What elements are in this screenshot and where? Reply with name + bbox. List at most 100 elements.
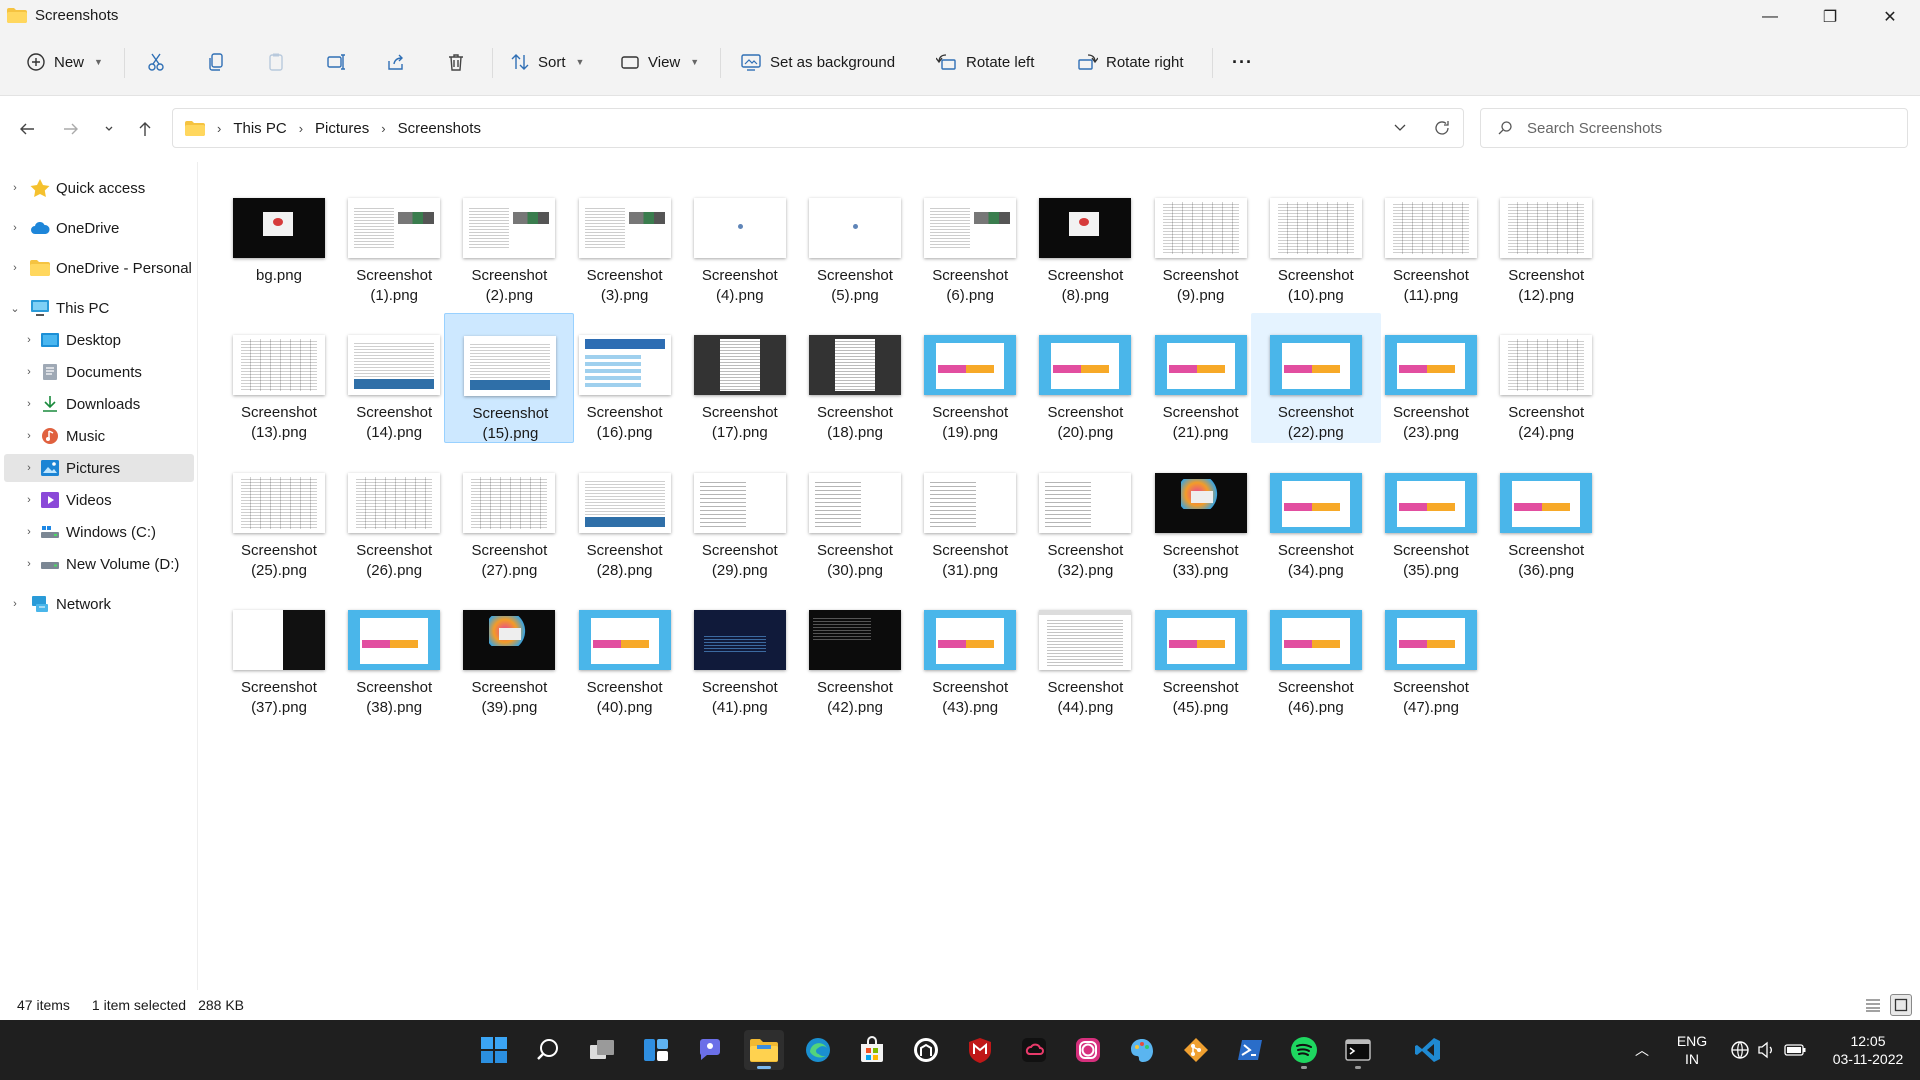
copy-button[interactable] [206,46,226,78]
file-item[interactable]: Screenshot (37).png [214,588,344,718]
file-item[interactable]: Screenshot (42).png [790,588,920,718]
sidebar-item-new-volume-d[interactable]: › New Volume (D:) [4,550,194,578]
file-item[interactable]: Screenshot (25).png [214,451,344,581]
file-item[interactable]: Screenshot (15).png [444,313,575,444]
task-view-icon[interactable] [582,1030,622,1070]
file-item[interactable]: Screenshot (11).png [1366,176,1496,306]
forward-button[interactable] [56,114,86,144]
sidebar-item-onedrive-personal[interactable]: › OneDrive - Personal [4,254,194,282]
file-item[interactable]: Screenshot (12).png [1481,176,1611,306]
sidebar-item-videos[interactable]: › Videos [4,486,194,514]
spotify-icon[interactable] [1284,1030,1324,1070]
widgets-icon[interactable] [636,1030,676,1070]
file-item[interactable]: Screenshot (36).png [1481,451,1611,581]
file-item[interactable]: Screenshot (19).png [905,313,1035,443]
sidebar-item-pictures[interactable]: › Pictures [4,454,194,482]
details-view-button[interactable] [1862,994,1884,1016]
new-button[interactable]: New ▼ [26,46,103,78]
file-item[interactable]: Screenshot (43).png [905,588,1035,718]
file-item[interactable]: Screenshot (20).png [1020,313,1150,443]
file-item[interactable]: Screenshot (1).png [329,176,459,306]
refresh-button[interactable] [1433,119,1451,141]
instagram-icon[interactable] [1068,1030,1108,1070]
start-icon[interactable] [474,1030,514,1070]
file-item[interactable]: Screenshot (21).png [1136,313,1266,443]
minimize-button[interactable]: — [1740,0,1800,34]
file-item[interactable]: Screenshot (3).png [560,176,690,306]
file-item[interactable]: Screenshot (5).png [790,176,920,306]
search-box[interactable] [1480,108,1908,148]
file-item[interactable]: Screenshot (16).png [560,313,690,443]
powershell-icon[interactable] [1230,1030,1270,1070]
file-item[interactable]: Screenshot (10).png [1251,176,1381,306]
sidebar-item-downloads[interactable]: › Downloads [4,390,194,418]
sidebar-item-this-pc[interactable]: ⌄ This PC [4,294,194,322]
git-icon[interactable] [1176,1030,1216,1070]
file-item[interactable]: Screenshot (17).png [675,313,805,443]
large-icons-view-button[interactable] [1890,994,1912,1016]
file-item[interactable]: Screenshot (23).png [1366,313,1496,443]
store-icon[interactable] [852,1030,892,1070]
sidebar-item-desktop[interactable]: › Desktop [4,326,194,354]
vscode-icon[interactable] [1408,1030,1448,1070]
breadcrumb-this-pc[interactable]: This PC [233,120,286,137]
file-item[interactable]: Screenshot (2).png [444,176,574,306]
file-item[interactable]: Screenshot (35).png [1366,451,1496,581]
sidebar-item-quick-access[interactable]: › Quick access [4,174,194,202]
breadcrumb-pictures[interactable]: Pictures [315,120,369,137]
sort-button[interactable]: Sort ▼ [510,46,584,78]
file-item[interactable]: Screenshot (45).png [1136,588,1266,718]
cut-button[interactable] [146,46,166,78]
restore-button[interactable]: ❐ [1800,0,1860,34]
volume-icon[interactable] [1756,1040,1776,1060]
sidebar-item-windows-c[interactable]: › Windows (C:) [4,518,194,546]
file-item[interactable]: Screenshot (29).png [675,451,805,581]
file-item[interactable]: Screenshot (39).png [444,588,574,718]
terminal-icon[interactable] [1338,1030,1378,1070]
file-item[interactable]: Screenshot (6).png [905,176,1035,306]
search-icon[interactable] [528,1030,568,1070]
paint-icon[interactable] [1122,1030,1162,1070]
file-explorer-icon[interactable] [744,1030,784,1070]
globe-icon[interactable] [1730,1040,1750,1060]
up-button[interactable] [130,114,160,144]
sidebar-item-music[interactable]: › Music [4,422,194,450]
file-item[interactable]: Screenshot (9).png [1136,176,1266,306]
chat-icon[interactable] [690,1030,730,1070]
address-bar[interactable]: › This PC › Pictures › Screenshots [172,108,1464,148]
file-item[interactable]: Screenshot (46).png [1251,588,1381,718]
share-button[interactable] [386,46,406,78]
github-desktop-icon[interactable] [906,1030,946,1070]
file-item[interactable]: Screenshot (24).png [1481,313,1611,443]
file-item[interactable]: Screenshot (18).png [790,313,920,443]
file-item[interactable]: Screenshot (30).png [790,451,920,581]
set-as-background-button[interactable]: Set as background [740,46,895,78]
address-history-button[interactable] [1393,121,1407,139]
breadcrumb-screenshots[interactable]: Screenshots [398,120,481,137]
battery-icon[interactable] [1784,1040,1806,1060]
paste-button[interactable] [266,46,286,78]
file-item[interactable]: Screenshot (38).png [329,588,459,718]
edge-icon[interactable] [798,1030,838,1070]
mcafee-icon[interactable] [960,1030,1000,1070]
sidebar-item-documents[interactable]: › Documents [4,358,194,386]
rename-button[interactable] [326,46,346,78]
close-button[interactable]: ✕ [1860,0,1920,34]
file-item[interactable]: Screenshot (4).png [675,176,805,306]
file-item[interactable]: Screenshot (13).png [214,313,344,443]
clock[interactable]: 12:05 03-11-2022 [1828,1032,1908,1068]
delete-button[interactable] [446,46,466,78]
file-item[interactable]: bg.png [214,176,344,306]
file-item[interactable]: Screenshot (47).png [1366,588,1496,718]
sidebar-item-network[interactable]: › Network [4,590,194,618]
view-button[interactable]: View ▼ [620,46,699,78]
rotate-right-button[interactable]: Rotate right [1076,46,1184,78]
show-hidden-icons-button[interactable]: ︿ [1630,1040,1654,1060]
language-indicator[interactable]: ENG IN [1672,1032,1712,1068]
file-item[interactable]: Screenshot (34).png [1251,451,1381,581]
creative-cloud-icon[interactable] [1014,1030,1054,1070]
file-item[interactable]: Screenshot (40).png [560,588,690,718]
file-item[interactable]: Screenshot (28).png [560,451,690,581]
rotate-left-button[interactable]: Rotate left [936,46,1034,78]
file-item[interactable]: Screenshot (27).png [444,451,574,581]
